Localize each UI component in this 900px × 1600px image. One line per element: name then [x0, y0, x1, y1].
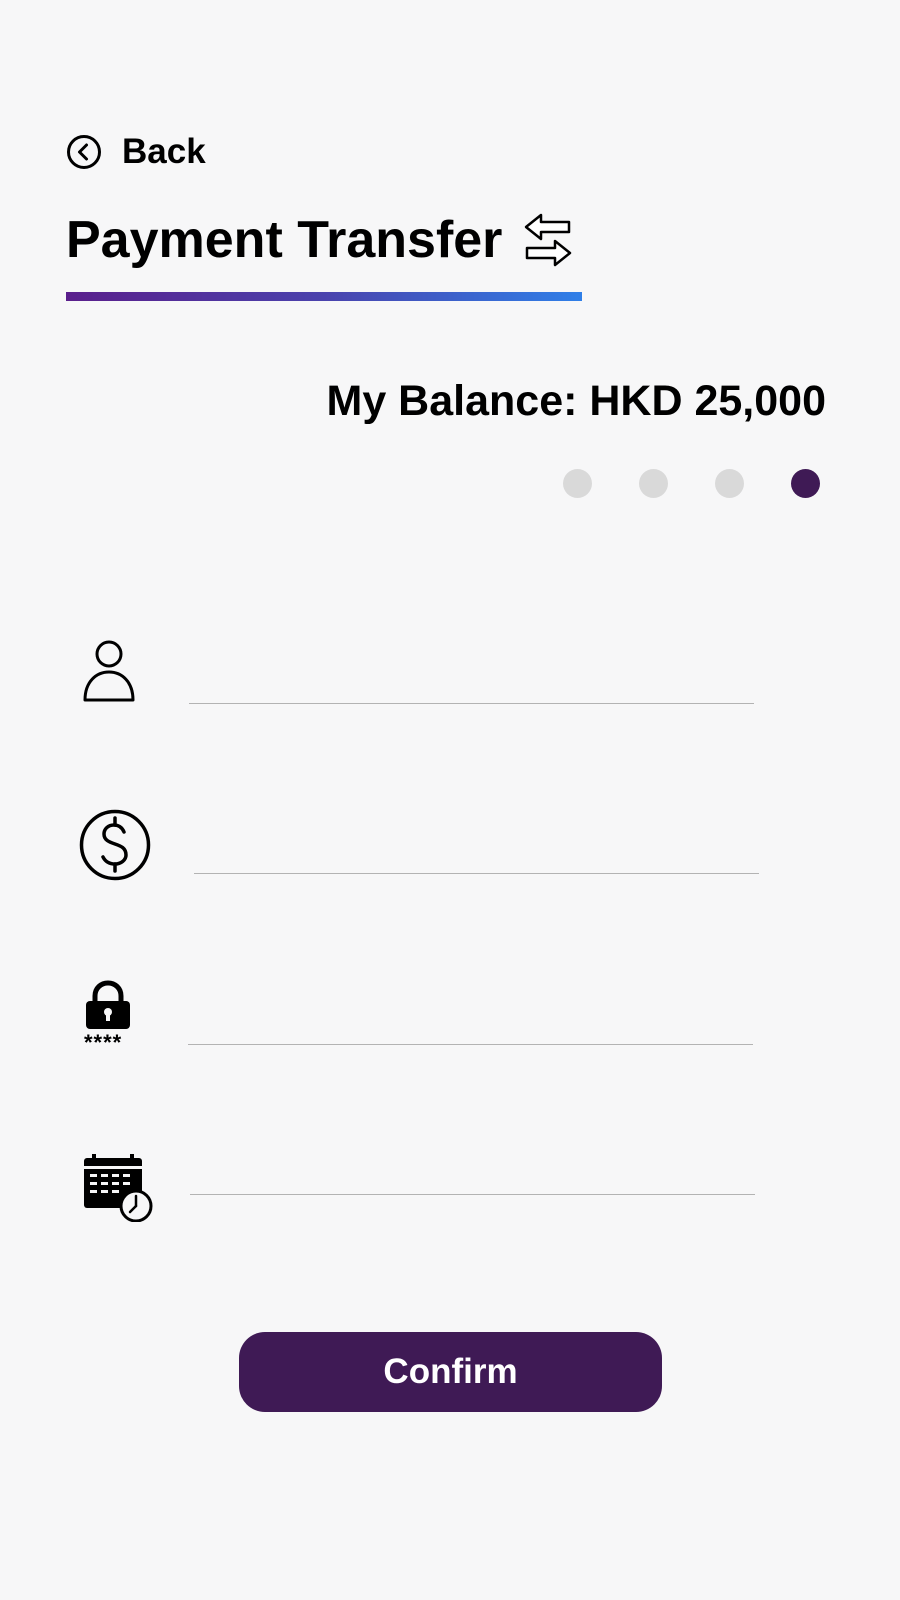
- step-dot-2: [639, 469, 668, 498]
- page-title: Payment Transfer: [66, 211, 503, 269]
- pin-input-line[interactable]: [188, 1044, 753, 1045]
- lock-pin-icon: [86, 980, 130, 1029]
- date-input-line[interactable]: [190, 1194, 755, 1195]
- balance-text: My Balance: HKD 25,000: [326, 377, 827, 425]
- chevron-left-circle-icon: [67, 135, 101, 169]
- back-button[interactable]: Back: [66, 132, 206, 172]
- recipient-input-line[interactable]: [189, 703, 754, 704]
- amount-input-line[interactable]: [194, 873, 759, 874]
- back-label: Back: [122, 132, 206, 171]
- page-header: Payment Transfer: [66, 210, 572, 270]
- step-dot-4-active: [791, 469, 820, 498]
- step-dot-1: [563, 469, 592, 498]
- person-icon: [83, 640, 135, 702]
- calendar-clock-icon: [84, 1154, 153, 1222]
- step-indicator: [563, 469, 820, 498]
- dollar-icon: [79, 809, 151, 881]
- step-dot-3: [715, 469, 744, 498]
- confirm-button[interactable]: Confirm: [239, 1332, 662, 1412]
- title-underline: [66, 292, 582, 301]
- transfer-arrows-icon: [525, 213, 572, 267]
- pin-mask: ****: [84, 1030, 123, 1055]
